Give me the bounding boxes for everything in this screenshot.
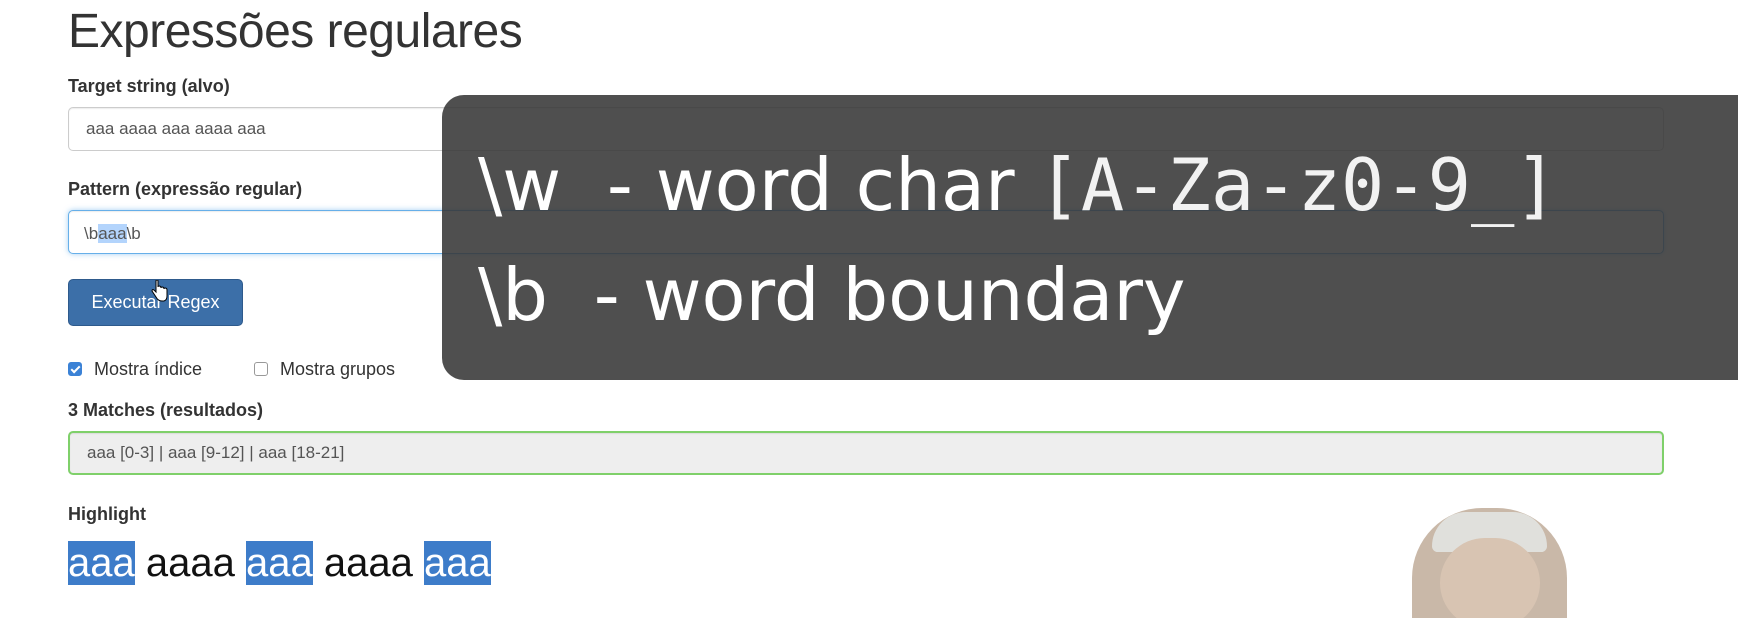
pattern-prefix: \b xyxy=(84,224,99,243)
annotation-overlay xyxy=(442,95,1738,380)
highlight-match: aaa xyxy=(245,541,313,585)
show-groups-option[interactable]: Mostra grupos xyxy=(254,358,395,380)
avatar-face xyxy=(1440,538,1540,618)
highlight-output: aaa aaaa aaa aaaa aaa xyxy=(68,538,491,588)
highlight-text xyxy=(313,541,324,585)
hand-cursor-icon xyxy=(151,280,168,302)
overlay-word-token: \w xyxy=(478,143,562,227)
highlight-text: aaaa xyxy=(145,541,235,585)
highlight-label: Highlight xyxy=(68,504,146,524)
show-index-option[interactable]: Mostra índice xyxy=(68,358,202,380)
pattern-value: \baaa\b xyxy=(84,222,141,246)
highlight-text xyxy=(135,541,146,585)
show-index-label: Mostra índice xyxy=(94,358,203,379)
show-groups-label: Mostra grupos xyxy=(280,358,396,379)
pattern-suffix: \b xyxy=(126,224,141,243)
overlay-line-boundary: \b - word boundary xyxy=(478,255,1186,335)
overlay-boundary-desc: - word boundary xyxy=(547,253,1186,337)
overlay-line-word-char: \w - word char [A-Za-z0-9_] xyxy=(478,145,1558,225)
overlay-word-class: [A-Za-z0-9_] xyxy=(1037,143,1558,227)
highlight-text xyxy=(235,541,246,585)
results-label: 3 Matches (resultados) xyxy=(68,400,264,420)
overlay-word-desc: - word char xyxy=(561,143,1038,227)
highlight-match: aaa xyxy=(68,541,135,585)
pattern-label: Pattern (expressão regular) xyxy=(68,179,303,199)
pattern-selection: aaa xyxy=(98,224,127,243)
show-index-checkbox[interactable] xyxy=(68,362,82,376)
overlay-boundary-token: \b xyxy=(478,253,548,337)
highlight-text: aaaa xyxy=(323,541,413,585)
results-field: aaa [0-3] | aaa [9-12] | aaa [18-21] xyxy=(68,431,1664,475)
show-groups-checkbox[interactable] xyxy=(254,362,268,376)
highlight-text xyxy=(413,541,424,585)
target-label: Target string (alvo) xyxy=(68,76,230,96)
highlight-match: aaa xyxy=(423,541,491,585)
regex-page: Expressões regulares Target string (alvo… xyxy=(0,0,1738,618)
page-title: Expressões regulares xyxy=(68,5,523,58)
presenter-avatar xyxy=(1412,508,1567,618)
